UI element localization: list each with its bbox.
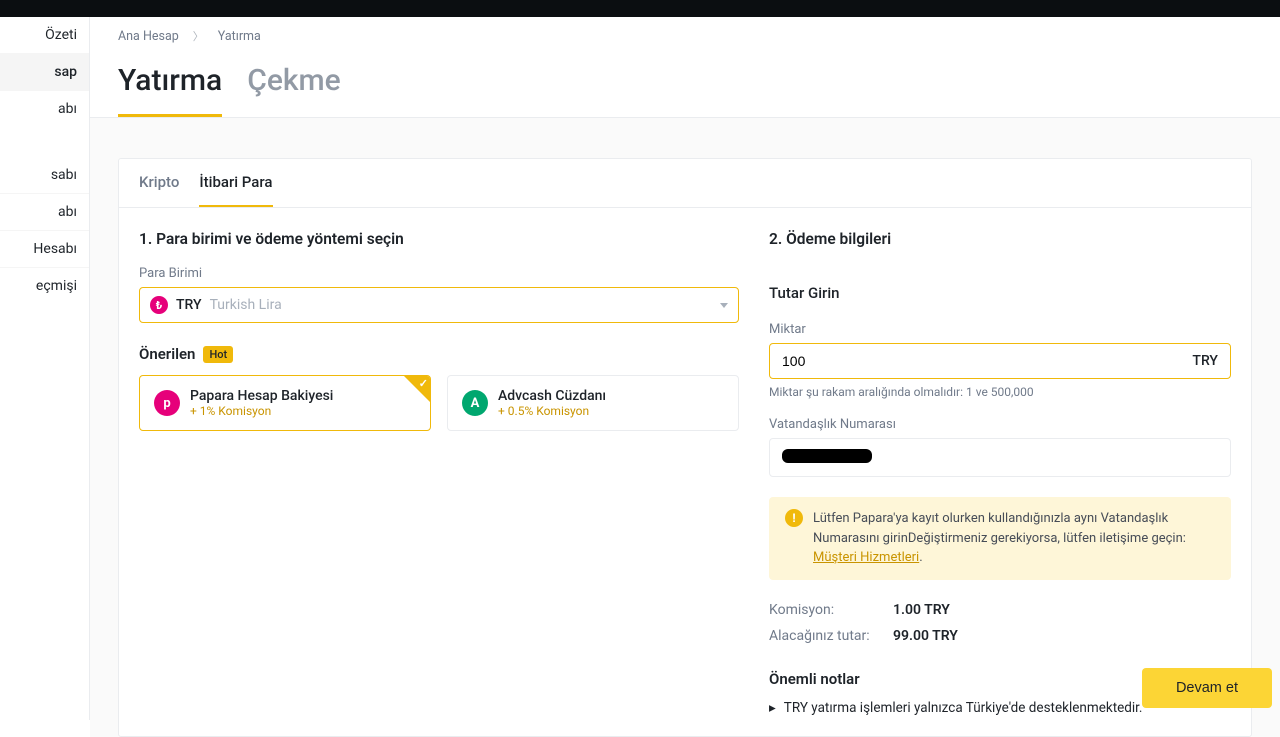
receive-value: 99.00 TRY <box>893 628 958 644</box>
breadcrumb-home[interactable]: Ana Hesap <box>118 29 179 44</box>
redacted-value <box>782 449 872 463</box>
notice-text: Lütfen Papara'ya kayıt olurken kullandığ… <box>813 509 1215 568</box>
amount-label: Miktar <box>769 322 1231 337</box>
sidebar-item-account-2[interactable]: abı <box>0 91 89 127</box>
top-bar <box>0 0 1280 17</box>
currency-name: Turkish Lira <box>210 297 720 313</box>
sidebar-item-account-4[interactable]: abı <box>0 194 89 231</box>
sub-tab-crypto[interactable]: Kripto <box>139 159 179 207</box>
page-tabs: Yatırma Çekme <box>90 55 1280 118</box>
citizenship-input[interactable] <box>769 438 1231 477</box>
customer-service-link[interactable]: Müşteri Hizmetleri <box>813 550 919 565</box>
sidebar-item-history[interactable]: eçmişi <box>0 268 89 304</box>
notice-box: ! Lütfen Papara'ya kayıt olurken kulland… <box>769 497 1231 580</box>
fee-label: Komisyon: <box>769 602 879 618</box>
continue-button[interactable]: Devam et <box>1142 668 1272 708</box>
turkish-lira-icon: ₺ <box>150 296 168 314</box>
sub-tabs: Kripto İtibari Para <box>119 159 1251 208</box>
chevron-down-icon <box>720 303 728 308</box>
sub-tab-fiat[interactable]: İtibari Para <box>199 159 272 207</box>
payment-method-fee: + 1% Komisyon <box>190 404 333 418</box>
check-icon <box>404 376 430 402</box>
amount-field-wrapper: TRY <box>769 343 1231 379</box>
step1-column: 1. Para birimi ve ödeme yöntemi seçin Pa… <box>139 230 739 716</box>
currency-code: TRY <box>176 297 202 313</box>
step2-column: 2. Ödeme bilgileri Tutar Girin Miktar TR… <box>769 230 1231 716</box>
amount-heading: Tutar Girin <box>769 284 1231 302</box>
step2-title: 2. Ödeme bilgileri <box>769 230 1231 248</box>
sidebar-item-account-3[interactable]: sabı <box>0 157 89 194</box>
amount-currency-suffix: TRY <box>1192 353 1218 369</box>
payment-method-papara[interactable]: p Papara Hesap Bakiyesi + 1% Komisyon <box>139 375 431 431</box>
sidebar-item-pool-account[interactable]: Hesabı <box>0 231 89 268</box>
amount-hint: Miktar şu rakam aralığında olmalıdır: 1 … <box>769 385 1231 399</box>
deposit-card: Kripto İtibari Para 1. Para birimi ve öd… <box>118 158 1252 737</box>
chevron-right-icon: 〉 <box>193 28 204 44</box>
payment-method-name: Advcash Cüzdanı <box>498 388 606 404</box>
recommend-label: Önerilen <box>139 345 195 363</box>
fee-value: 1.00 TRY <box>893 602 950 618</box>
receive-label: Alacağınız tutar: <box>769 628 879 644</box>
sidebar: Özeti sap abı sabı abı Hesabı eçmişi <box>0 17 90 720</box>
breadcrumb: Ana Hesap 〉 Yatırma <box>90 17 1280 55</box>
sidebar-item-summary[interactable]: Özeti <box>0 17 89 54</box>
sidebar-item-main-account[interactable]: sap <box>0 54 89 91</box>
currency-select[interactable]: ₺ TRY Turkish Lira <box>139 287 739 323</box>
currency-label: Para Birimi <box>139 266 739 281</box>
advcash-icon: A <box>462 390 488 416</box>
hot-badge: Hot <box>203 346 233 363</box>
breadcrumb-current: Yatırma <box>218 29 261 44</box>
payment-method-advcash[interactable]: A Advcash Cüzdanı + 0.5% Komisyon <box>447 375 739 431</box>
main-content: Ana Hesap 〉 Yatırma Yatırma Çekme Kripto… <box>90 17 1280 720</box>
amount-input[interactable] <box>782 353 1192 369</box>
tab-deposit[interactable]: Yatırma <box>118 63 222 117</box>
payment-method-fee: + 0.5% Komisyon <box>498 404 606 418</box>
tab-withdraw[interactable]: Çekme <box>247 63 341 117</box>
payment-method-name: Papara Hesap Bakiyesi <box>190 388 333 404</box>
warning-icon: ! <box>785 509 803 527</box>
citizenship-label: Vatandaşlık Numarası <box>769 417 1231 432</box>
papara-icon: p <box>154 390 180 416</box>
step1-title: 1. Para birimi ve ödeme yöntemi seçin <box>139 230 739 248</box>
